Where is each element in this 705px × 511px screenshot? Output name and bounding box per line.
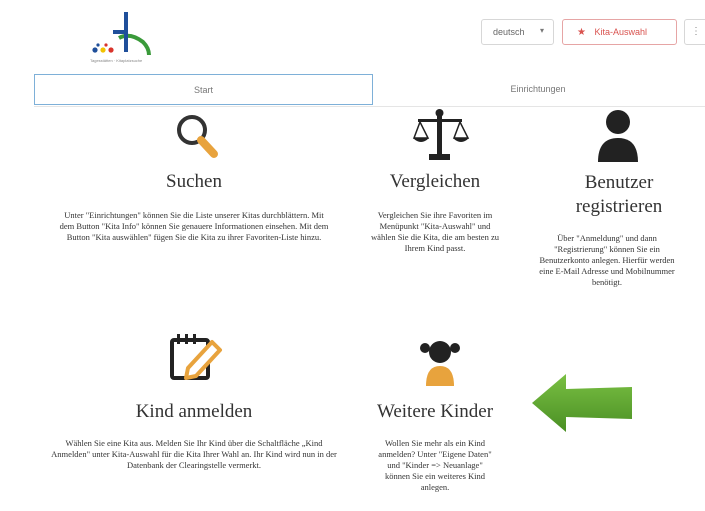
star-icon: ★: [577, 27, 586, 38]
feature-text: Vergleichen Sie ihre Favoriten im Menüpu…: [371, 210, 499, 253]
tab-einrichtungen[interactable]: Einrichtungen: [373, 74, 703, 105]
tab-start-label: Start: [193, 85, 213, 95]
top-bar: Tagesstätten · Kitaplatzsuche deutsch ▾ …: [0, 0, 705, 70]
logo-caption: Tagesstätten · Kitaplatzsuche: [90, 58, 143, 63]
more-icon: ⋮: [691, 26, 701, 37]
scale-icon: [412, 109, 470, 160]
feature-text: Unter "Einrichtungen" können Sie die Lis…: [59, 210, 329, 242]
feature-title: Weitere Kinder: [376, 401, 494, 422]
feature-text: Über "Anmeldung" und dann "Registrierung…: [539, 233, 675, 287]
tab-bar: Start Einrichtungen: [34, 74, 705, 107]
search-icon: [177, 115, 218, 158]
tab-start[interactable]: Start: [34, 74, 373, 105]
tab-einrichtungen-label: Einrichtungen: [510, 84, 566, 94]
arrow-left-icon: [532, 374, 632, 432]
feature-title: Suchen: [166, 171, 222, 192]
notepad-pencil-icon: [170, 334, 222, 380]
feature-benutzer-registrieren: Benutzer registrieren Über "Anmeldung" u…: [534, 171, 704, 288]
more-menu-button[interactable]: ⋮: [684, 19, 705, 45]
feature-title: Vergleichen: [389, 171, 481, 192]
feature-title: Benutzer registrieren: [575, 172, 663, 217]
feature-weitere-kinder: Weitere Kinder Wollen Sie mehr als ein K…: [365, 400, 505, 493]
chevron-down-icon: ▾: [539, 26, 544, 35]
language-select[interactable]: deutsch ▾: [481, 19, 554, 45]
feature-vergleichen: Vergleichen Vergleichen Sie ihre Favorit…: [365, 170, 505, 254]
user-icon: [598, 110, 638, 162]
child-icon: [420, 341, 460, 386]
feature-title: Kind anmelden: [135, 401, 253, 422]
feature-text: Wählen Sie eine Kita aus. Melden Sie Ihr…: [51, 438, 337, 470]
feature-suchen: Suchen Unter "Einrichtungen" können Sie …: [44, 170, 344, 243]
kita-auswahl-button[interactable]: ★ Kita-Auswahl: [562, 19, 677, 45]
language-value: deutsch: [493, 27, 525, 37]
feature-kind-anmelden: Kind anmelden Wählen Sie eine Kita aus. …: [44, 400, 344, 471]
feature-text: Wollen Sie mehr als ein Kind anmelden? U…: [378, 438, 492, 492]
kita-auswahl-label: Kita-Auswahl: [594, 27, 648, 37]
